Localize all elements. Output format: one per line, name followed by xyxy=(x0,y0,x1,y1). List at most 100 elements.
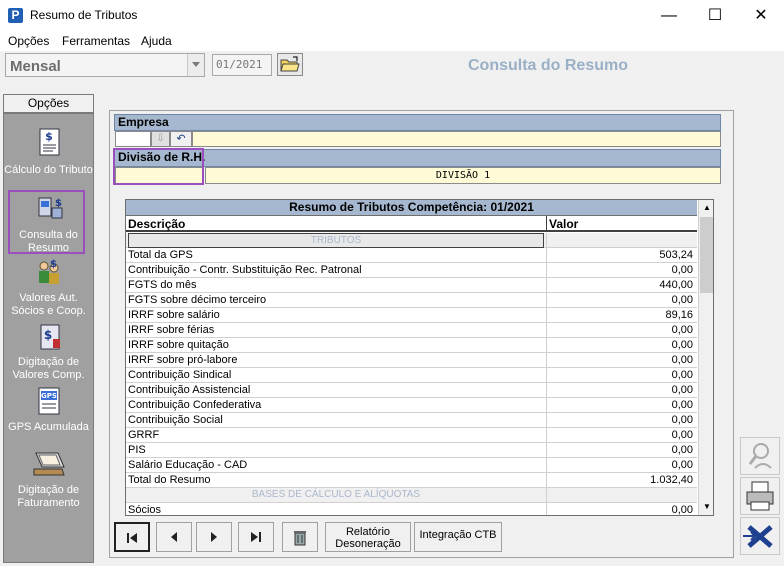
cell-valor: 503,24 xyxy=(659,249,693,261)
sidebar-item-label: GPS Acumulada xyxy=(8,421,89,433)
download-icon[interactable]: ⇩ xyxy=(151,131,170,147)
sidebar-item-label: Digitação de Faturamento xyxy=(17,484,80,509)
cell-valor: 0,00 xyxy=(671,399,693,411)
cell-valor: 0,00 xyxy=(671,444,693,456)
cell-descricao: Contribuição Confederativa xyxy=(128,399,262,411)
cell-descricao: PIS xyxy=(128,444,146,456)
section-row[interactable]: TRIBUTOS xyxy=(126,233,697,248)
cell-descricao: Total da GPS xyxy=(128,249,193,261)
page-title: Consulta do Resumo xyxy=(467,57,628,74)
chevron-down-icon[interactable] xyxy=(187,54,204,76)
cell-descricao: TRIBUTOS xyxy=(128,233,544,248)
table-row[interactable]: PIS 0,00 xyxy=(126,443,697,458)
exit-button[interactable] xyxy=(740,517,780,555)
table-row[interactable]: Contribuição Social 0,00 xyxy=(126,413,697,428)
table-row[interactable]: FGTS do mês 440,00 xyxy=(126,278,697,293)
table-row[interactable]: IRRF sobre quitação 0,00 xyxy=(126,338,697,353)
cell-valor: 0,00 xyxy=(671,504,693,516)
vertical-scrollbar[interactable]: ▲ ▼ xyxy=(698,200,713,515)
divisao-name-field[interactable]: DIVISÃO 1 xyxy=(205,167,721,184)
table-row[interactable]: Total da GPS 503,24 xyxy=(126,248,697,263)
column-header-descricao[interactable]: Descrição xyxy=(128,217,185,231)
minimize-button[interactable]: — xyxy=(646,0,692,31)
cell-descricao: Contribuição Social xyxy=(128,414,223,426)
open-folder-button[interactable] xyxy=(277,53,303,76)
search-person-button[interactable] xyxy=(740,437,780,475)
competencia-input[interactable]: 01/2021 xyxy=(212,54,272,76)
empresa-name-field[interactable] xyxy=(192,131,721,147)
column-divider xyxy=(546,488,547,503)
first-icon xyxy=(127,533,137,543)
money-document-icon: $ xyxy=(40,324,60,350)
cell-descricao: IRRF sobre pró-labore xyxy=(128,354,238,366)
cell-descricao: BASES DE CÁLCULO E ALÍQUOTAS xyxy=(251,489,421,500)
empresa-code-input[interactable] xyxy=(115,131,151,147)
cell-valor: 0,00 xyxy=(671,369,693,381)
table-row[interactable]: Contribuição Sindical 0,00 xyxy=(126,368,697,383)
cell-descricao: Contribuição Assistencial xyxy=(128,384,251,396)
print-button[interactable] xyxy=(740,477,780,515)
period-select-value: Mensal xyxy=(10,58,61,75)
cell-descricao: Contribuição - Contr. Substituição Rec. … xyxy=(128,264,362,276)
first-record-button[interactable] xyxy=(114,522,150,552)
delete-button[interactable] xyxy=(282,522,318,552)
table-row[interactable]: Contribuição - Contr. Substituição Rec. … xyxy=(126,263,697,278)
sidebar-item-label: Cálculo do Tributo xyxy=(4,164,93,176)
selection-highlight xyxy=(113,148,204,185)
cell-valor: 89,16 xyxy=(665,309,693,321)
printer-icon xyxy=(746,481,774,511)
column-header-valor[interactable]: Valor xyxy=(549,217,578,231)
table-row[interactable]: Sócios 0,00 xyxy=(126,503,697,516)
previous-record-button[interactable] xyxy=(156,522,192,552)
grid-title: Resumo de Tributos Competência: 01/2021 xyxy=(126,200,697,216)
table-row[interactable]: Total do Resumo 1.032,40 xyxy=(126,473,697,488)
table-row[interactable]: IRRF sobre férias 0,00 xyxy=(126,323,697,338)
cell-descricao: Total do Resumo xyxy=(128,474,211,486)
cell-valor: 0,00 xyxy=(671,459,693,471)
exit-icon xyxy=(743,525,773,548)
cell-valor: 1.032,40 xyxy=(650,474,693,486)
cell-descricao: FGTS do mês xyxy=(128,279,197,291)
sidebar-item-label: Valores Aut. Sócios e Coop. xyxy=(11,292,86,317)
people-money-icon: $ xyxy=(39,259,59,284)
integracao-ctb-label: Integração CTB xyxy=(419,529,497,541)
resumo-grid[interactable]: Resumo de Tributos Competência: 01/2021 … xyxy=(125,199,714,516)
previous-icon xyxy=(171,532,177,542)
table-row[interactable]: FGTS sobre décimo terceiro 0,00 xyxy=(126,293,697,308)
table-row[interactable]: Contribuição Confederativa 0,00 xyxy=(126,398,697,413)
next-record-button[interactable] xyxy=(196,522,232,552)
table-row[interactable]: Salário Educação - CAD 0,00 xyxy=(126,458,697,473)
table-row[interactable]: IRRF sobre salário 89,16 xyxy=(126,308,697,323)
menu-ajuda[interactable]: Ajuda xyxy=(141,34,172,48)
relatorio-desoneracao-button[interactable]: Relatório Desoneração xyxy=(325,522,411,552)
last-record-button[interactable] xyxy=(238,522,274,552)
menu-opcoes[interactable]: Opções xyxy=(8,34,49,48)
cell-descricao: Salário Educação - CAD xyxy=(128,459,248,471)
relatorio-desoneracao-label: Relatório Desoneração xyxy=(335,526,401,550)
table-row[interactable]: GRRF 0,00 xyxy=(126,428,697,443)
svg-text:GPS: GPS xyxy=(41,392,57,400)
scroll-down-icon[interactable]: ▼ xyxy=(699,499,713,515)
divisao-header: Divisão de R.H. xyxy=(114,149,721,167)
close-button[interactable]: ✕ xyxy=(738,0,784,31)
cell-descricao: GRRF xyxy=(128,429,160,441)
scroll-thumb[interactable] xyxy=(700,217,713,293)
table-row[interactable]: Contribuição Assistencial 0,00 xyxy=(126,383,697,398)
cell-valor: 0,00 xyxy=(671,384,693,396)
menu-ferramentas[interactable]: Ferramentas xyxy=(62,34,130,48)
cell-valor: 0,00 xyxy=(671,414,693,426)
undo-icon[interactable]: ↶ xyxy=(170,131,192,147)
title-bar: P Resumo de Tributos — ☐ ✕ xyxy=(0,0,784,31)
column-divider xyxy=(546,216,547,232)
section-row[interactable]: BASES DE CÁLCULO E ALÍQUOTAS xyxy=(126,488,697,503)
cell-descricao: Contribuição Sindical xyxy=(128,369,232,381)
maximize-button[interactable]: ☐ xyxy=(692,0,738,31)
period-select[interactable]: Mensal xyxy=(5,53,205,77)
cell-descricao: Sócios xyxy=(128,504,162,516)
table-row[interactable]: IRRF sobre pró-labore 0,00 xyxy=(126,353,697,368)
scroll-up-icon[interactable]: ▲ xyxy=(699,200,713,216)
gps-document-icon: GPS xyxy=(38,387,60,415)
menu-bar: Opções Ferramentas Ajuda xyxy=(0,31,784,51)
sidebar-tab-opcoes[interactable]: Opções xyxy=(3,94,94,113)
integracao-ctb-button[interactable]: Integração CTB xyxy=(414,522,502,552)
